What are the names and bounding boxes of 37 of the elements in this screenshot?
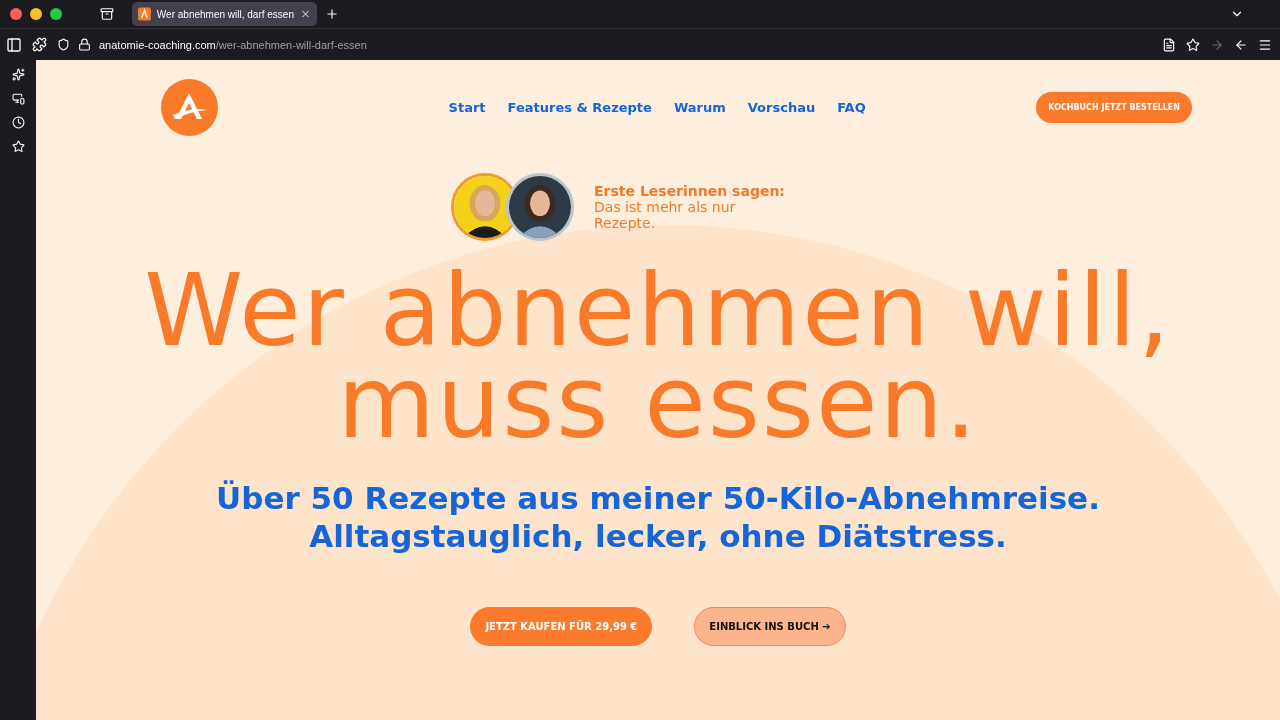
buy-button[interactable]: JETZT KAUFEN FÜR 29,99 € [470,607,653,646]
logo-icon[interactable] [161,78,218,136]
new-tab-icon[interactable] [325,7,339,21]
hero-subheadline: Über 50 Rezepte aus meiner 50-Kilo-Abnehmreise. [216,479,1100,517]
back-icon[interactable] [1234,37,1248,52]
bookmarks-icon[interactable] [11,140,25,153]
history-icon[interactable] [11,116,25,129]
forward-icon[interactable] [1210,37,1224,52]
nav-link[interactable]: Vorschau [747,99,816,115]
preview-button[interactable]: EINBLICK INS BUCH ➔ [694,607,846,646]
window-close-button[interactable] [10,8,22,20]
testimonial-heading: Erste Leserinnen sagen: [594,183,785,199]
window-minimize-button[interactable] [30,8,42,20]
window-maximize-button[interactable] [50,8,62,20]
hero-headline: Wer abnehmen will, [144,265,1172,357]
url-domain[interactable]: anatomie-coaching.com [99,38,216,51]
url-path[interactable]: /wer-abnehmen-will-darf-essen [215,38,367,51]
devices-icon[interactable] [11,92,25,105]
browser-tab[interactable]: Wer abnehmen will, darf essen [132,2,317,26]
nav-link[interactable]: Features & Rezepte [507,99,652,115]
nav-link[interactable]: FAQ [837,99,866,115]
lock-icon[interactable] [78,38,91,51]
bookmark-star-icon[interactable] [1186,37,1200,52]
menu-icon[interactable] [1258,37,1272,52]
hero-headline: muss essen. [337,357,979,449]
shield-icon[interactable] [57,38,70,51]
site-logo-icon [138,7,151,21]
sidebar-toggle-icon[interactable] [6,36,22,53]
nav-link[interactable]: Start [448,99,486,115]
close-icon[interactable] [299,8,311,20]
hero-subheadline: Alltagstauglich, lecker, ohne Diätstress. [308,517,1008,555]
extensions-icon[interactable] [32,37,47,52]
sparkle-icon[interactable] [11,68,25,81]
testimonial-quote: Das ist mehr als nur Rezepte. [594,199,737,231]
reader-view-icon[interactable] [1162,37,1176,52]
order-button[interactable]: KOCHBUCH JETZT BESTELLEN [1036,91,1192,123]
nav-link[interactable]: Warum [673,99,726,115]
